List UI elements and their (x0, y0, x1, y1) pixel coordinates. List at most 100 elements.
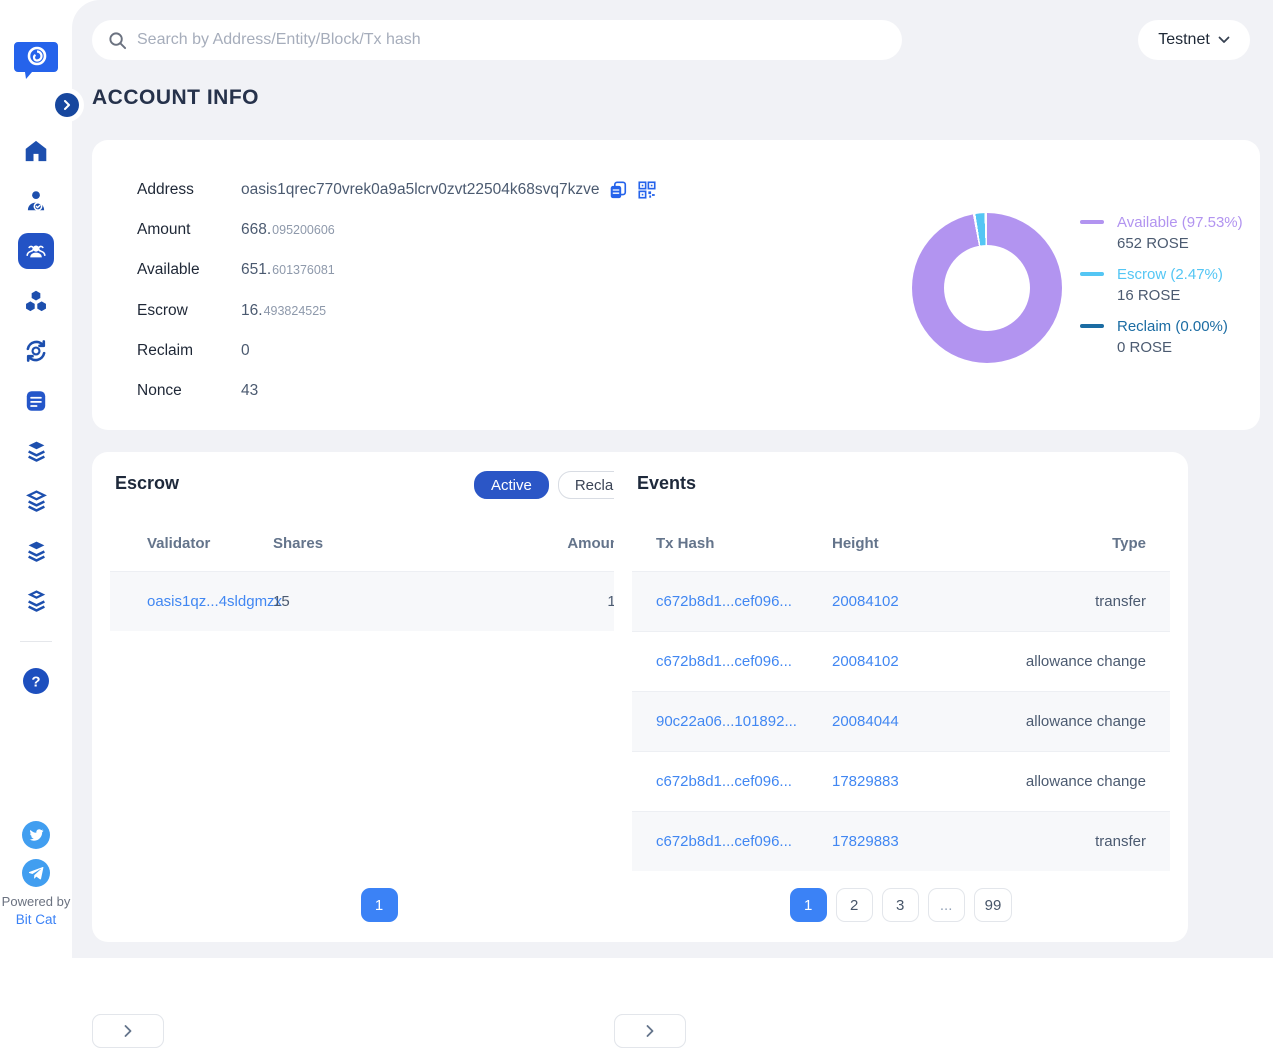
donut-hole (944, 245, 1030, 331)
active-item-background (18, 233, 54, 269)
page-ellipsis[interactable]: ... (928, 888, 965, 922)
twitter-link[interactable] (22, 821, 50, 849)
tx-hash-link[interactable]: c672b8d1...cef096... (632, 773, 832, 790)
field-label: Reclaim (137, 342, 241, 360)
social-links (22, 821, 50, 887)
account-field-address: Address oasis1qrec770vrek0a9a5lcrv0zvt22… (137, 170, 657, 210)
sidebar-item-validators[interactable] (0, 176, 72, 226)
chevron-right-icon (124, 1025, 132, 1037)
sidebar-item-transactions[interactable] (0, 326, 72, 376)
page-button-1[interactable]: 1 (790, 888, 827, 922)
page-button-3[interactable]: 3 (882, 888, 919, 922)
chevron-right-icon (62, 100, 72, 110)
twitter-icon (29, 829, 44, 842)
column-header-type: Type (1012, 535, 1170, 552)
legend-label: Escrow (2.47%) (1117, 264, 1223, 285)
validator-icon (23, 188, 49, 214)
sidebar-expand-button[interactable] (55, 93, 79, 117)
validator-link[interactable]: oasis1qz...4sldgmzx (110, 593, 273, 610)
escrow-panel: Escrow Active Reclaim Validator Shares A… (92, 452, 666, 942)
page-button-2[interactable]: 2 (836, 888, 873, 922)
search-bar[interactable] (92, 20, 902, 60)
tx-hash-link[interactable]: c672b8d1...cef096... (632, 593, 832, 610)
account-info-card: Address oasis1qrec770vrek0a9a5lcrv0zvt22… (92, 140, 1260, 430)
events-table-row: c672b8d1...cef096... 20084102 allowance … (632, 631, 1170, 691)
sidebar-item-layers-1[interactable] (0, 426, 72, 476)
escrow-pagination: 1 (92, 888, 666, 922)
next-page-button[interactable] (92, 1014, 164, 1048)
network-selector[interactable]: Testnet (1138, 20, 1250, 60)
powered-by-label: Powered by (0, 893, 72, 911)
legend-label: Reclaim (0.00%) (1117, 316, 1228, 337)
tx-hash-link[interactable]: c672b8d1...cef096... (632, 653, 832, 670)
tx-hash-link[interactable]: c672b8d1...cef096... (632, 833, 832, 850)
reclaim-value: 0 (241, 342, 250, 360)
search-input[interactable] (137, 31, 886, 49)
sidebar-item-layers-4[interactable] (0, 576, 72, 626)
sidebar-item-blocks[interactable] (0, 276, 72, 326)
sidebar-item-home[interactable] (0, 126, 72, 176)
events-table: Tx Hash Height Type c672b8d1...cef096...… (632, 516, 1170, 871)
legend-swatch (1080, 272, 1104, 276)
account-address-value: oasis1qrec770vrek0a9a5lcrv0zvt22504k68sv… (241, 181, 599, 199)
account-field-nonce: Nonce 43 (137, 371, 657, 411)
escrow-table-header: Validator Shares Amount (110, 516, 648, 571)
height-link[interactable]: 20084102 (832, 593, 1012, 610)
legend-entry-escrow: Escrow (2.47%) 16 ROSE (1080, 264, 1243, 306)
help-icon: ? (22, 667, 50, 695)
sidebar-item-help[interactable]: ? (22, 667, 50, 695)
height-link[interactable]: 20084044 (832, 713, 1012, 730)
sidebar-item-layers-2[interactable] (0, 476, 72, 526)
telegram-link[interactable] (22, 859, 50, 887)
copy-icon (608, 180, 628, 200)
event-type: transfer (1012, 833, 1170, 850)
svg-text:?: ? (31, 674, 40, 691)
tx-hash-link[interactable]: 90c22a06...101892... (632, 713, 832, 730)
network-label: Testnet (1158, 31, 1210, 49)
field-label: Escrow (137, 302, 241, 320)
event-type: transfer (1012, 593, 1170, 610)
legend-label: Available (97.53%) (1117, 212, 1243, 233)
legend-amount: 652 ROSE (1117, 233, 1243, 254)
account-fields: Address oasis1qrec770vrek0a9a5lcrv0zvt22… (137, 170, 657, 411)
page-title: ACCOUNT INFO (92, 86, 259, 110)
page-button-99[interactable]: 99 (974, 888, 1013, 922)
legend-swatch (1080, 220, 1104, 224)
field-label: Available (137, 261, 241, 279)
height-link[interactable]: 17829883 (832, 833, 1012, 850)
events-table-row: c672b8d1...cef096... 17829883 transfer (632, 811, 1170, 871)
next-page-button[interactable] (614, 1014, 686, 1048)
legend-entry-available: Available (97.53%) 652 ROSE (1080, 212, 1243, 254)
events-pagination: 1 2 3 ... 99 (614, 888, 1188, 922)
legend-amount: 16 ROSE (1117, 285, 1223, 306)
qr-code-button[interactable] (637, 180, 657, 200)
balance-donut-chart (912, 213, 1062, 363)
amount-int: 668. (241, 221, 271, 239)
sidebar-item-accounts[interactable] (0, 226, 72, 276)
chevron-right-icon (646, 1025, 654, 1037)
copy-address-button[interactable] (608, 180, 628, 200)
sidebar-item-layers-3[interactable] (0, 526, 72, 576)
home-icon (23, 138, 49, 164)
sidebar: ? Powered by Bit Cat (0, 0, 72, 958)
column-header-tx-hash: Tx Hash (632, 535, 832, 552)
document-icon (23, 388, 49, 414)
height-link[interactable]: 17829883 (832, 773, 1012, 790)
events-table-header: Tx Hash Height Type (632, 516, 1170, 571)
telegram-icon (29, 867, 44, 880)
events-table-row: c672b8d1...cef096... 20084102 transfer (632, 571, 1170, 631)
layers-icon (23, 538, 50, 565)
tab-active[interactable]: Active (474, 471, 549, 499)
available-frac: 601376081 (272, 263, 335, 277)
nonce-value: 43 (241, 382, 258, 400)
sidebar-item-documents[interactable] (0, 376, 72, 426)
height-link[interactable]: 20084102 (832, 653, 1012, 670)
transactions-icon (23, 338, 49, 364)
oasis-monitor-logo-icon (14, 38, 58, 80)
sidebar-divider (20, 641, 52, 642)
page-button-1[interactable]: 1 (361, 888, 398, 922)
account-field-available: Available 651.601376081 (137, 250, 657, 290)
layers-icon (23, 488, 50, 515)
app-logo[interactable] (14, 38, 58, 80)
bit-cat-link[interactable]: Bit Cat (0, 911, 72, 929)
